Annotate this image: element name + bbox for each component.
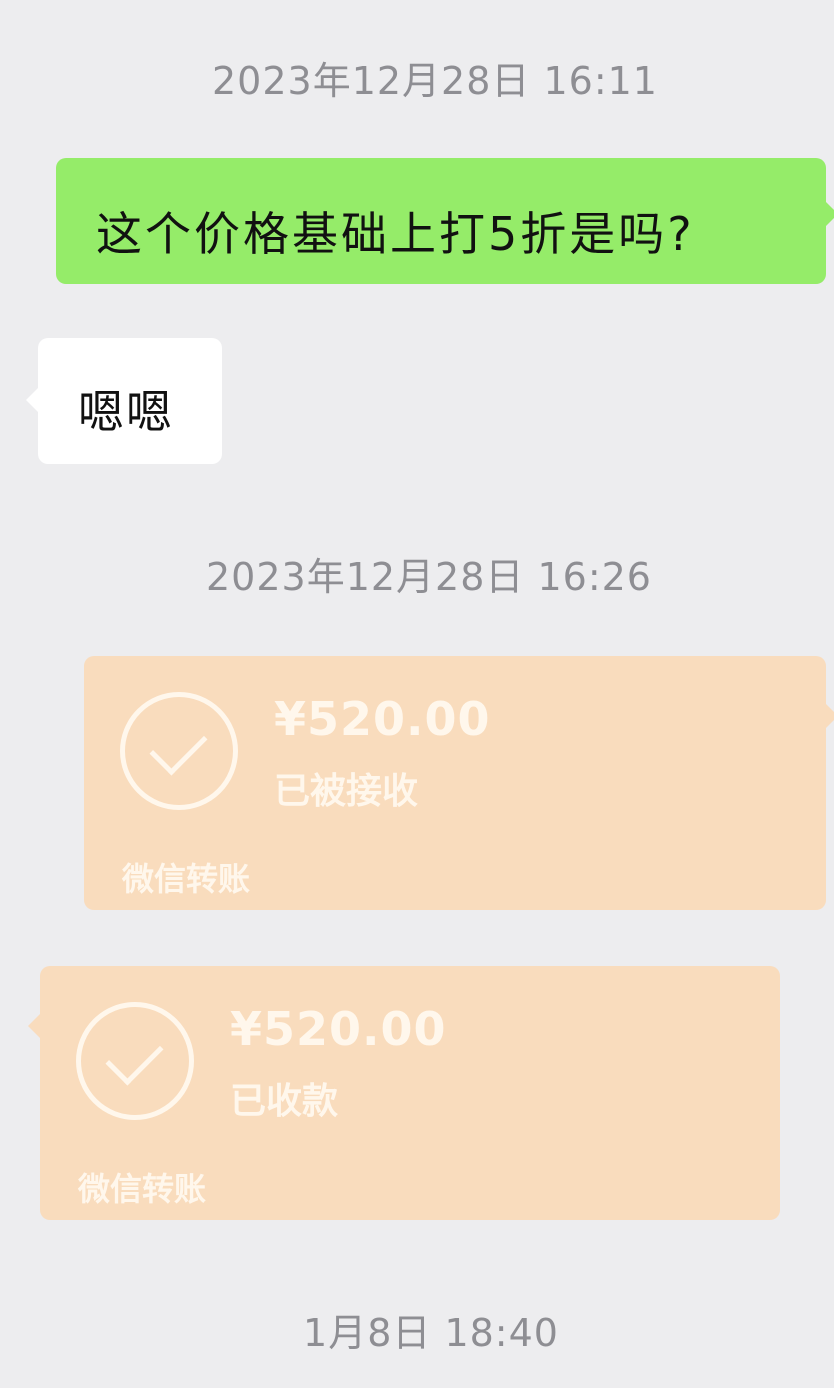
transfer-status: 已收款 <box>230 1081 339 1122</box>
incoming-transfer-card[interactable]: ¥520.00 已收款 微信转账 <box>28 966 780 1220</box>
checkmark-shape <box>149 717 208 776</box>
transfer-status: 已被接收 <box>274 771 419 812</box>
message-text: 这个价格基础上打5折是吗? <box>96 207 695 261</box>
timestamp: 2023年12月28日 16:11 <box>211 59 658 103</box>
transfer-label: 微信转账 <box>78 1170 207 1208</box>
timestamp: 1月8日 18:40 <box>303 1311 559 1355</box>
timestamp: 2023年12月28日 16:26 <box>205 555 652 599</box>
transfer-amount: ¥520.00 <box>230 1002 447 1056</box>
check-circle-icon <box>120 692 238 810</box>
incoming-message-bubble[interactable]: 嗯嗯 <box>26 338 222 464</box>
transfer-label: 微信转账 <box>122 860 251 898</box>
outgoing-message-bubble[interactable]: 这个价格基础上打5折是吗? <box>56 158 834 284</box>
checkmark-shape <box>105 1027 164 1086</box>
check-circle-icon <box>76 1002 194 1120</box>
transfer-amount: ¥520.00 <box>274 692 491 746</box>
message-text: 嗯嗯 <box>78 385 174 439</box>
outgoing-transfer-card[interactable]: ¥520.00 已被接收 微信转账 <box>84 656 834 910</box>
